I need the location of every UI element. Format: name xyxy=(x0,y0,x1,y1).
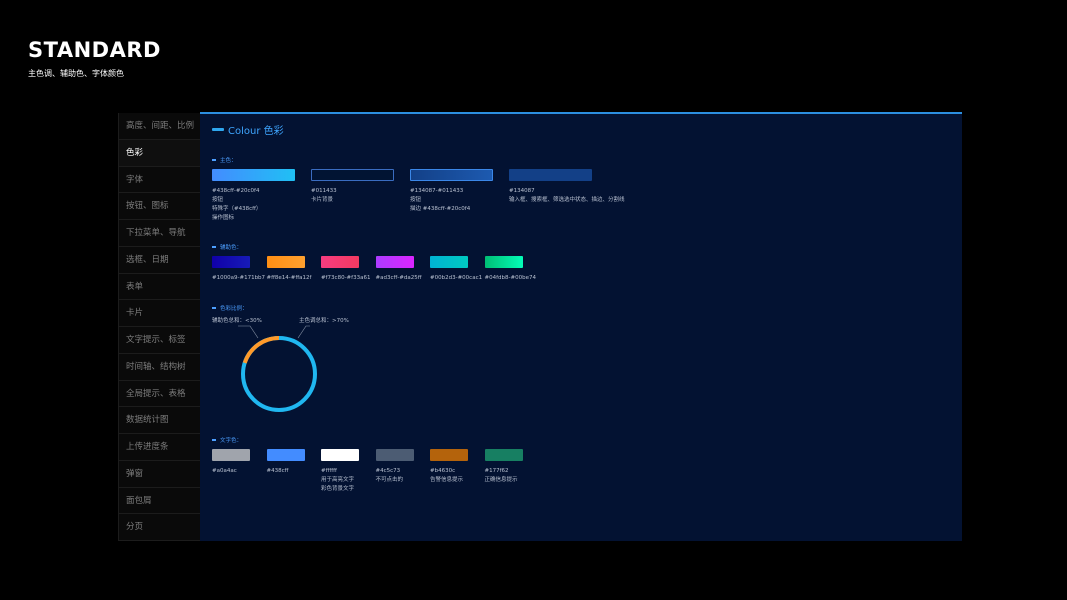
color-swatch xyxy=(212,256,250,268)
swatch-usage: 描边 #438cff-#20c0f4 xyxy=(410,206,471,212)
swatch-caption: #ffffff 用于高亮文字 彩色背景文字 xyxy=(321,467,354,494)
swatch-code: #a0a4ac xyxy=(212,468,237,474)
sidebar-nav: 高度、间距、比例 色彩 字体 按钮、图标 下拉菜单、导航 选框、日期 表单 卡片 文字提示、标签… xyxy=(118,113,200,541)
section-accent-bar xyxy=(212,128,224,131)
swatch-caption: #ad3cff-#da25ff xyxy=(376,274,422,283)
sidebar-item[interactable]: 全局提示、表格 xyxy=(118,380,200,408)
color-swatch xyxy=(266,449,305,461)
swatch-code: #ff8e14-#ffa12f xyxy=(266,275,312,281)
swatch-caption: #ff8e14-#ffa12f xyxy=(267,274,312,283)
sidebar-item[interactable]: 字体 xyxy=(118,166,200,194)
swatch-usage: 不可点击的 xyxy=(375,477,404,483)
text-colors-label: 文字色： xyxy=(212,436,242,444)
swatch-caption: #134087 输入框、搜索框、筛选选中状态、描边、分割线 xyxy=(509,187,625,205)
sidebar-item[interactable]: 选框、日期 xyxy=(118,246,200,274)
color-swatch xyxy=(266,256,305,268)
swatch-code: #438cff-#20c0f4 xyxy=(212,188,260,194)
swatch-usage: 卡片背景 xyxy=(311,197,334,203)
section-header: Colour 色彩 xyxy=(212,122,284,137)
swatch-caption: #04fdb8-#00be74 xyxy=(485,274,537,283)
swatch-caption: #438cff-#20c0f4 按钮特殊字（#438cff） 操作图标 xyxy=(212,187,261,223)
swatch-caption: #a0a4ac xyxy=(212,467,237,476)
color-ratio-label: 色彩比例： xyxy=(212,304,248,312)
swatch-code: #1000a9-#171bb7 xyxy=(212,275,266,281)
swatch-usage: 用于高亮文字 xyxy=(321,477,355,483)
sidebar-item[interactable]: 上传进度条 xyxy=(118,434,200,461)
sidebar-item[interactable]: 分页 xyxy=(118,514,200,541)
sidebar-item[interactable]: 数据统计图 xyxy=(118,407,200,434)
swatch-caption: #011433 卡片背景 xyxy=(311,187,337,205)
swatch-usage: 特殊字（#438cff） xyxy=(212,206,262,212)
swatch-usage: 按钮 xyxy=(410,197,422,203)
swatch-code: #4c5c73 xyxy=(375,468,401,474)
color-swatch xyxy=(321,256,359,268)
color-swatch xyxy=(311,169,394,181)
secondary-colors-label: 辅助色： xyxy=(212,243,242,251)
color-swatch xyxy=(212,169,295,181)
sidebar-item[interactable]: 时间轴、结构树 xyxy=(118,353,200,381)
page-subtitle: 主色调、辅助色、字体颜色 xyxy=(28,69,124,78)
swatch-code: #134087 xyxy=(509,188,535,194)
swatch-caption: #134087-#011433 按钮描边 #438cff-#20c0f4 xyxy=(410,187,470,214)
swatch-caption: #f73c80-#f33a61 xyxy=(321,274,370,283)
color-swatch xyxy=(375,449,414,461)
sidebar-item[interactable]: 文字提示、标签 xyxy=(118,327,200,354)
swatch-usage: 输入框、搜索框、筛选选中状态、描边、分割线 xyxy=(509,197,625,203)
color-swatch xyxy=(375,256,414,268)
page-title: STANDARD xyxy=(28,38,161,62)
sidebar-item[interactable]: 卡片 xyxy=(118,300,200,327)
sidebar-item[interactable]: 色彩 xyxy=(118,139,200,167)
ratio-leader-lines xyxy=(238,325,310,339)
sidebar-item[interactable]: 弹窗 xyxy=(118,460,200,488)
sidebar-item[interactable]: 下拉菜单、导航 xyxy=(118,220,200,247)
swatch-caption: #b4630c 告警信息提示 xyxy=(430,467,463,485)
color-swatch xyxy=(410,169,493,181)
color-swatch xyxy=(484,449,523,461)
sidebar-item[interactable]: 高度、间距、比例 xyxy=(118,113,200,140)
swatch-caption: #4c5c73 不可点击的 xyxy=(376,467,404,485)
color-swatch xyxy=(430,449,468,461)
swatch-code: #ffffff xyxy=(321,468,337,474)
swatch-code: #134087-#011433 xyxy=(410,188,464,194)
primary-colors-label: 主色： xyxy=(212,156,237,164)
swatch-code: #f73c80-#f33a61 xyxy=(321,275,371,281)
swatch-code: #ad3cff-#da25ff xyxy=(375,275,422,281)
swatch-code: #04fdb8-#00be74 xyxy=(484,275,537,281)
section-title: Colour 色彩 xyxy=(228,126,284,137)
swatch-usage: 彩色背景文字 xyxy=(321,486,355,492)
swatch-caption: #177f62 正确信息提示 xyxy=(485,467,518,485)
sidebar-item[interactable]: 表单 xyxy=(118,273,200,301)
swatch-code: #011433 xyxy=(311,188,337,194)
swatch-caption: #438cff xyxy=(267,467,289,476)
swatch-code: #b4630c xyxy=(430,468,456,474)
color-swatch xyxy=(430,256,468,268)
swatch-caption: #00b2d3-#00cac1 xyxy=(430,274,482,283)
color-swatch xyxy=(509,169,592,181)
color-swatch xyxy=(484,256,523,268)
swatch-usage: 按钮 xyxy=(212,197,224,203)
color-swatch xyxy=(321,449,359,461)
color-swatch xyxy=(212,449,250,461)
main-panel: Colour 色彩 主色： #438cff-#20c0f4 按钮特殊字（#438c… xyxy=(200,112,962,541)
swatch-usage: 告警信息提示 xyxy=(430,477,464,483)
swatch-code: #438cff xyxy=(266,468,289,474)
swatch-code: #00b2d3-#00cac1 xyxy=(430,275,483,281)
sidebar-item[interactable]: 面包屑 xyxy=(118,487,200,515)
swatch-code: #177f62 xyxy=(484,468,509,474)
swatch-usage: 正确信息提示 xyxy=(484,477,518,483)
swatch-caption: #1000a9-#171bb7 xyxy=(212,274,265,283)
swatch-usage: 操作图标 xyxy=(212,215,235,221)
sidebar-item[interactable]: 按钮、图标 xyxy=(118,193,200,220)
